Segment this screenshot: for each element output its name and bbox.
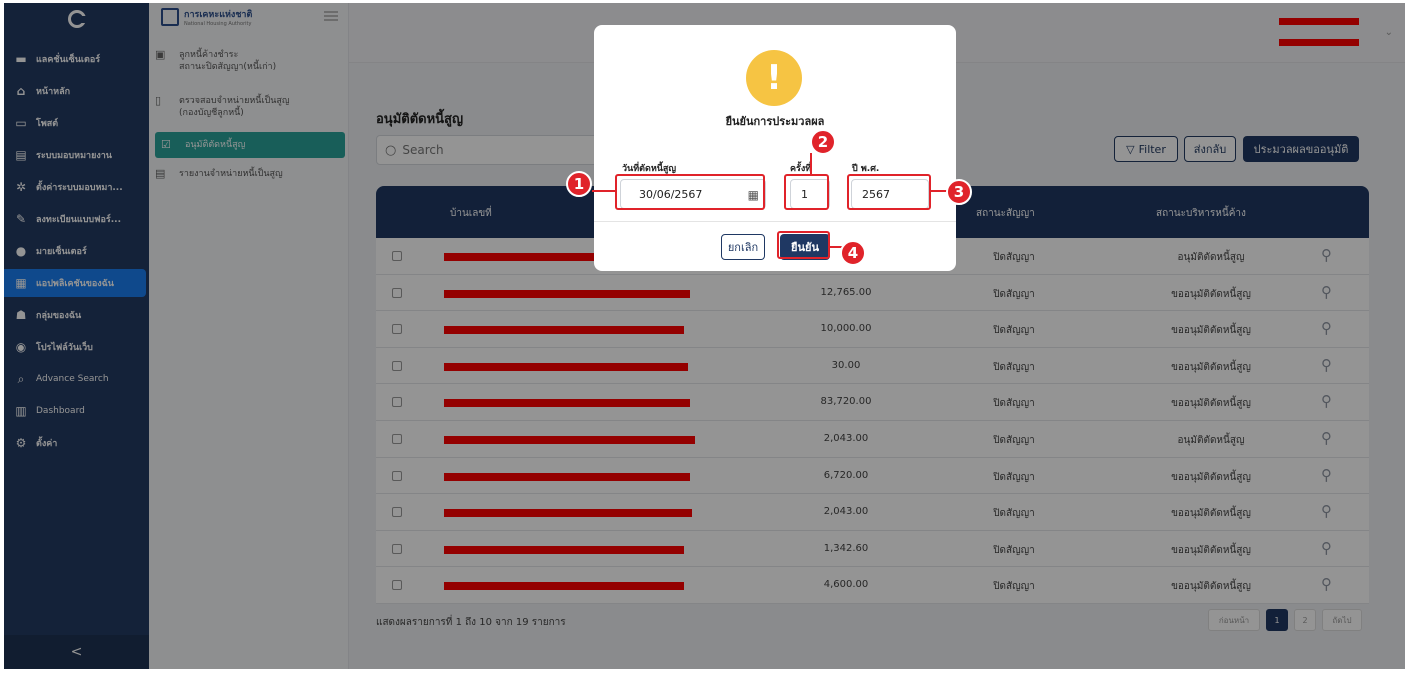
annotation-badge-1: 1 bbox=[566, 171, 592, 197]
annotation-badge-2: 2 bbox=[810, 129, 836, 155]
annotation-line-2 bbox=[810, 153, 812, 175]
annotation-frame-round bbox=[784, 174, 829, 210]
year-label: ปี พ.ศ. bbox=[852, 164, 880, 174]
dialog-title: ยืนยันการประมวลผล bbox=[725, 115, 825, 128]
write-off-date-label: วันที่ตัดหนี้สูญ bbox=[622, 164, 677, 174]
round-label: ครั้งที่ bbox=[790, 164, 812, 174]
warning-icon: ! bbox=[746, 50, 802, 106]
cancel-button[interactable]: ยกเลิก bbox=[721, 234, 765, 260]
annotation-badge-4: 4 bbox=[840, 240, 866, 266]
confirm-process-dialog: ! ยืนยันการประมวลผล วันที่ตัดหนี้สูญ ครั… bbox=[594, 25, 956, 271]
annotation-frame-confirm bbox=[777, 231, 830, 259]
app-screen: ▬ แลคชั่นเซ็นเตอร์ ⌂ หน้าหลัก ▭ โพสต์ ▤ ระบบ… bbox=[4, 3, 1405, 669]
dialog-divider bbox=[594, 221, 956, 222]
annotation-line-1 bbox=[592, 190, 616, 192]
annotation-badge-3: 3 bbox=[946, 179, 972, 205]
annotation-frame-year bbox=[847, 174, 931, 210]
annotation-frame-date bbox=[615, 174, 765, 210]
